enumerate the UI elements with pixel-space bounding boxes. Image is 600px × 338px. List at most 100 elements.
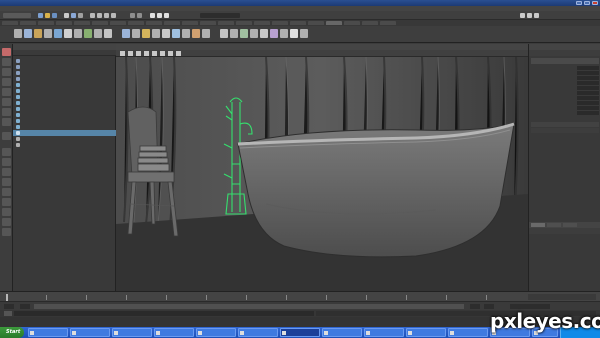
layout-outliner-icon[interactable] <box>2 178 11 186</box>
shelf-tool-icon[interactable] <box>230 29 238 38</box>
open-scene-icon[interactable] <box>45 13 50 18</box>
smooth-shade-icon[interactable] <box>144 51 149 56</box>
snap-surface-icon[interactable] <box>111 13 116 18</box>
minimize-button[interactable] <box>576 1 582 5</box>
xray-icon[interactable] <box>176 51 181 56</box>
maximize-button[interactable] <box>584 1 590 5</box>
shelf-tool-icon[interactable] <box>64 29 72 38</box>
shelf-tool-icon[interactable] <box>280 29 288 38</box>
camera-icon[interactable] <box>120 51 125 56</box>
shelf-tool-icon[interactable] <box>202 29 210 38</box>
current-time-marker[interactable] <box>6 294 8 301</box>
channel-row[interactable] <box>531 111 599 116</box>
playback-end-field[interactable] <box>470 304 480 309</box>
layout-graph-icon[interactable] <box>2 188 11 196</box>
lights-icon[interactable] <box>160 51 165 56</box>
shelf-tool-icon[interactable] <box>74 29 82 38</box>
shelf-tab[interactable] <box>380 21 396 25</box>
save-scene-icon[interactable] <box>52 13 57 18</box>
shelf-tool-icon[interactable] <box>290 29 298 38</box>
shelf-tab[interactable] <box>362 21 378 25</box>
layout-four-icon[interactable] <box>2 158 11 166</box>
taskbar-button[interactable] <box>112 328 152 337</box>
shelf-tab[interactable] <box>74 21 90 25</box>
shelf-tab[interactable] <box>20 21 36 25</box>
soft-mod-tool-icon[interactable] <box>2 118 11 126</box>
layout-hypershade-icon[interactable] <box>2 198 11 206</box>
shelf-tab[interactable] <box>146 21 162 25</box>
taskbar-button[interactable] <box>238 328 278 337</box>
layout-uv-icon[interactable] <box>2 208 11 216</box>
shelf-tool-icon[interactable] <box>44 29 52 38</box>
shelf-tool-icon[interactable] <box>132 29 140 38</box>
taskbar-button[interactable] <box>322 328 362 337</box>
shelf-tool-icon[interactable] <box>240 29 248 38</box>
taskbar-button[interactable] <box>154 328 194 337</box>
shelf-tool-icon[interactable] <box>250 29 258 38</box>
snap-grid-icon[interactable] <box>90 13 95 18</box>
channel-box-toggle-icon[interactable] <box>534 13 539 18</box>
tool-settings-toggle-icon[interactable] <box>527 13 532 18</box>
selected-object-name[interactable] <box>531 58 599 64</box>
texture-icon[interactable] <box>152 51 157 56</box>
shelf-tool-icon[interactable] <box>54 29 62 38</box>
shelf-tab[interactable] <box>218 21 234 25</box>
layout-render-icon[interactable] <box>2 228 11 236</box>
taskbar-button[interactable] <box>196 328 236 337</box>
display-layer-tab[interactable] <box>531 223 545 227</box>
menu-set-dropdown[interactable] <box>3 13 31 18</box>
shelf-tool-icon[interactable] <box>24 29 32 38</box>
last-tool-icon[interactable] <box>2 132 11 140</box>
shelf-tool-icon[interactable] <box>192 29 200 38</box>
shape-node-row[interactable] <box>531 128 599 133</box>
scale-tool-icon[interactable] <box>2 98 11 106</box>
shelf-tab[interactable] <box>128 21 144 25</box>
shelf-tab[interactable] <box>56 21 72 25</box>
shelf-tab[interactable] <box>290 21 306 25</box>
select-object-icon[interactable] <box>71 13 76 18</box>
outliner-row[interactable] <box>13 142 116 148</box>
close-button[interactable] <box>592 1 598 5</box>
ipr-render-icon[interactable] <box>157 13 162 18</box>
rotate-tool-icon[interactable] <box>2 88 11 96</box>
anim-layer-tab[interactable] <box>563 223 577 227</box>
time-slider[interactable] <box>0 291 600 301</box>
quick-selection-field[interactable] <box>200 13 240 18</box>
taskbar-button[interactable] <box>28 328 68 337</box>
select-hierarchy-icon[interactable] <box>64 13 69 18</box>
taskbar-button[interactable] <box>448 328 488 337</box>
lasso-tool-icon[interactable] <box>2 58 11 66</box>
shelf-tool-icon[interactable] <box>162 29 170 38</box>
shelf-tool-icon[interactable] <box>84 29 92 38</box>
taskbar-button[interactable] <box>364 328 404 337</box>
shelf-tool-icon[interactable] <box>14 29 22 38</box>
render-layer-tab[interactable] <box>547 223 561 227</box>
start-button[interactable]: Start <box>0 327 24 338</box>
mel-toggle[interactable] <box>4 311 12 316</box>
shelf-tab[interactable] <box>38 21 54 25</box>
snap-point-icon[interactable] <box>104 13 109 18</box>
manipulator-tool-icon[interactable] <box>2 108 11 116</box>
playback-controls[interactable] <box>528 294 596 300</box>
shelf-tab[interactable] <box>254 21 270 25</box>
history-icon[interactable] <box>130 13 135 18</box>
layout-side-icon[interactable] <box>2 168 11 176</box>
shelf-tab[interactable] <box>92 21 108 25</box>
shelf-tool-icon[interactable] <box>122 29 130 38</box>
shelf-tab[interactable] <box>2 21 18 25</box>
shelf-tool-icon[interactable] <box>142 29 150 38</box>
shelf-tool-icon[interactable] <box>260 29 268 38</box>
range-bar[interactable] <box>34 304 464 309</box>
shelf-tab[interactable] <box>182 21 198 25</box>
command-input[interactable] <box>14 311 314 316</box>
shelf-tab[interactable] <box>236 21 252 25</box>
start-time-field[interactable] <box>4 304 14 309</box>
shelf-tab[interactable] <box>272 21 288 25</box>
construction-history-icon[interactable] <box>137 13 142 18</box>
shelf-tab[interactable] <box>110 21 126 25</box>
shelf-tool-icon[interactable] <box>152 29 160 38</box>
layout-dope-icon[interactable] <box>2 218 11 226</box>
shelf-tool-icon[interactable] <box>94 29 102 38</box>
attribute-editor-toggle-icon[interactable] <box>520 13 525 18</box>
layout-single-icon[interactable] <box>2 148 11 156</box>
